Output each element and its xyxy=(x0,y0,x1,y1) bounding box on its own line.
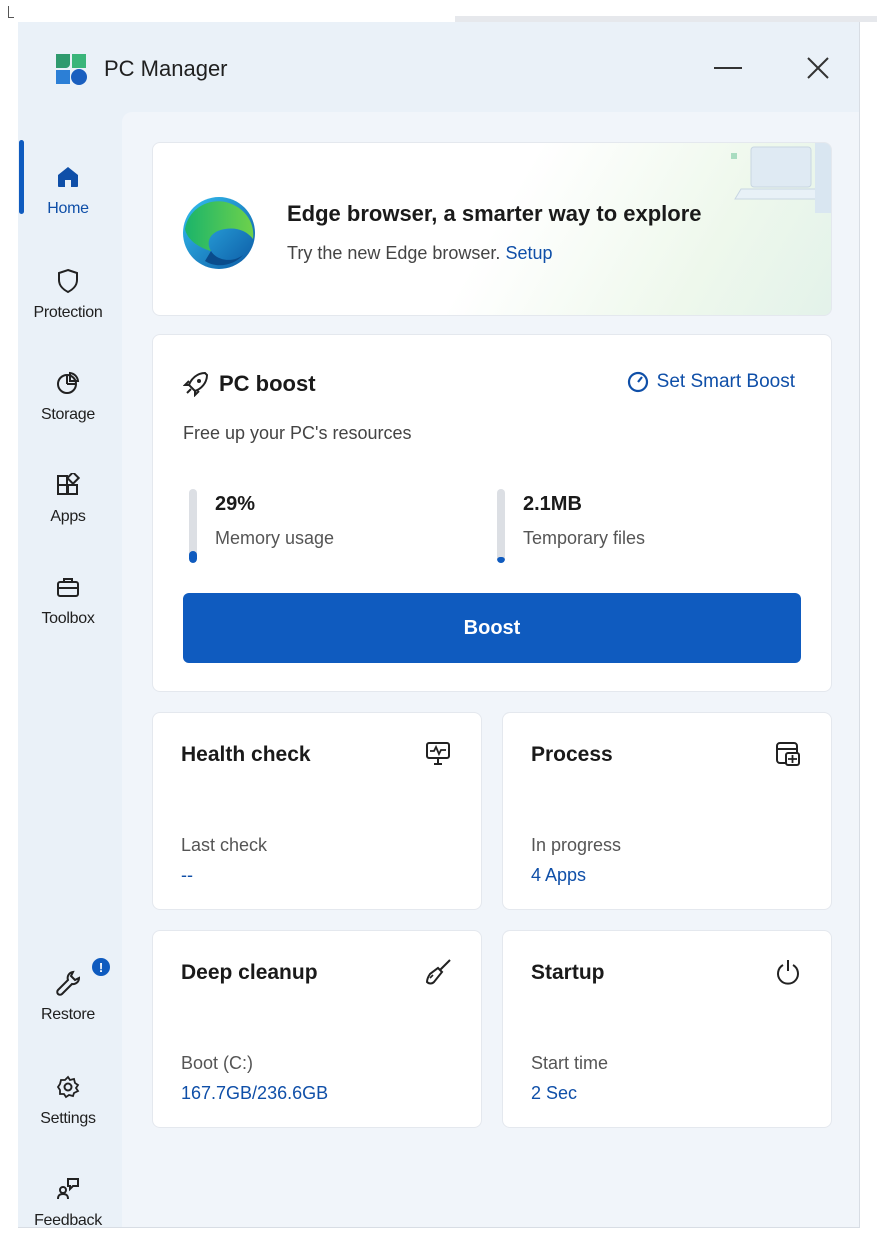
close-icon xyxy=(807,57,829,79)
shield-icon xyxy=(55,268,81,294)
pc-manager-logo-icon xyxy=(56,54,87,85)
pc-boost-title-text: PC boost xyxy=(219,371,316,396)
home-icon xyxy=(55,164,81,190)
gear-icon xyxy=(55,1074,81,1100)
process-label: In progress xyxy=(531,835,622,855)
edge-card-title: Edge browser, a smarter way to explore xyxy=(287,201,702,226)
process-card[interactable]: Process In progress 4 Apps xyxy=(502,712,832,910)
boost-button[interactable]: Boost xyxy=(183,593,801,663)
set-smart-boost-link[interactable]: Set Smart Boost xyxy=(627,371,795,393)
sidebar-item-label: Settings xyxy=(40,1110,96,1127)
sidebar-item-storage[interactable]: Storage xyxy=(18,360,118,450)
health-check-label: Last check xyxy=(181,835,268,855)
main-content: Edge browser, a smarter way to explore T… xyxy=(122,112,859,1227)
corner-mark xyxy=(8,6,14,18)
temporary-files-meter: 2.1MB Temporary files xyxy=(497,489,645,563)
edge-setup-link[interactable]: Setup xyxy=(505,243,552,263)
edge-promo-card[interactable]: Edge browser, a smarter way to explore T… xyxy=(152,142,832,316)
minimize-icon xyxy=(714,67,742,69)
temporary-files-fill xyxy=(497,557,505,563)
rocket-icon xyxy=(183,371,209,397)
pie-chart-icon xyxy=(55,370,81,396)
notification-badge: ! xyxy=(90,956,112,978)
monitor-pulse-icon xyxy=(423,739,453,769)
sidebar-item-label: Restore xyxy=(41,1006,95,1023)
sidebar-item-label: Storage xyxy=(41,406,95,423)
sidebar-item-settings[interactable]: Settings xyxy=(18,1064,118,1154)
laptop-illustration-icon xyxy=(731,143,831,213)
toolbox-icon xyxy=(55,574,81,600)
apps-icon xyxy=(55,472,81,498)
pc-boost-card: PC boost Set Smart Boost Free up your PC… xyxy=(152,334,832,692)
feedback-icon xyxy=(55,1176,81,1202)
set-smart-boost-label: Set Smart Boost xyxy=(656,371,795,392)
deep-cleanup-label: Boot (C:) xyxy=(181,1053,254,1073)
process-value: 4 Apps xyxy=(531,865,587,885)
sidebar-item-feedback[interactable]: Feedback xyxy=(18,1166,118,1228)
deep-cleanup-card[interactable]: Deep cleanup Boot (C:) 167.7GB/236.6GB xyxy=(152,930,482,1128)
process-window-icon xyxy=(773,739,803,769)
sidebar-item-toolbox[interactable]: Toolbox xyxy=(18,564,118,654)
startup-label: Start time xyxy=(531,1053,609,1073)
startup-title: Startup xyxy=(531,961,605,984)
broom-icon xyxy=(423,957,453,987)
edge-logo-icon xyxy=(183,197,255,269)
sidebar: Home Protection Storage Apps Toolbox Res… xyxy=(18,132,118,1228)
memory-usage-value: 29% xyxy=(215,493,256,515)
temporary-files-label: Temporary files xyxy=(523,528,646,548)
sidebar-item-label: Home xyxy=(47,200,89,217)
health-check-card[interactable]: Health check Last check -- xyxy=(152,712,482,910)
memory-usage-fill xyxy=(189,551,197,563)
edge-card-subtitle: Try the new Edge browser. Setup xyxy=(287,243,553,264)
startup-card[interactable]: Startup Start time 2 Sec xyxy=(502,930,832,1128)
minimize-button[interactable] xyxy=(706,48,750,88)
title-bar: PC Manager xyxy=(18,22,859,112)
close-button[interactable] xyxy=(796,48,840,88)
sidebar-item-apps[interactable]: Apps xyxy=(18,462,118,552)
speedometer-icon xyxy=(627,371,648,393)
health-check-value: -- xyxy=(181,865,193,885)
memory-usage-meter: 29% Memory usage xyxy=(189,489,334,563)
sidebar-item-protection[interactable]: Protection xyxy=(18,258,118,348)
temporary-files-bar xyxy=(497,489,505,563)
deep-cleanup-value: 167.7GB/236.6GB xyxy=(181,1083,329,1103)
pc-boost-title: PC boost xyxy=(183,371,316,397)
memory-usage-label: Memory usage xyxy=(215,528,335,548)
process-title: Process xyxy=(531,743,613,766)
startup-value: 2 Sec xyxy=(531,1083,578,1103)
pc-manager-window: PC Manager Home Protection Storage Apps … xyxy=(18,22,860,1228)
memory-usage-bar xyxy=(189,489,197,563)
power-icon xyxy=(773,957,803,987)
wrench-icon xyxy=(55,970,81,996)
edge-subtitle-text: Try the new Edge browser. xyxy=(287,243,501,263)
pc-boost-subtitle: Free up your PC's resources xyxy=(183,423,412,443)
health-check-title: Health check xyxy=(181,743,311,766)
sidebar-item-label: Apps xyxy=(50,508,86,525)
sidebar-item-label: Feedback xyxy=(34,1212,102,1228)
sidebar-item-home[interactable]: Home xyxy=(18,154,118,244)
app-title: PC Manager xyxy=(104,56,228,81)
deep-cleanup-title: Deep cleanup xyxy=(181,961,318,984)
temporary-files-value: 2.1MB xyxy=(523,493,582,515)
sidebar-item-label: Toolbox xyxy=(41,610,95,627)
sidebar-item-label: Protection xyxy=(33,304,103,321)
